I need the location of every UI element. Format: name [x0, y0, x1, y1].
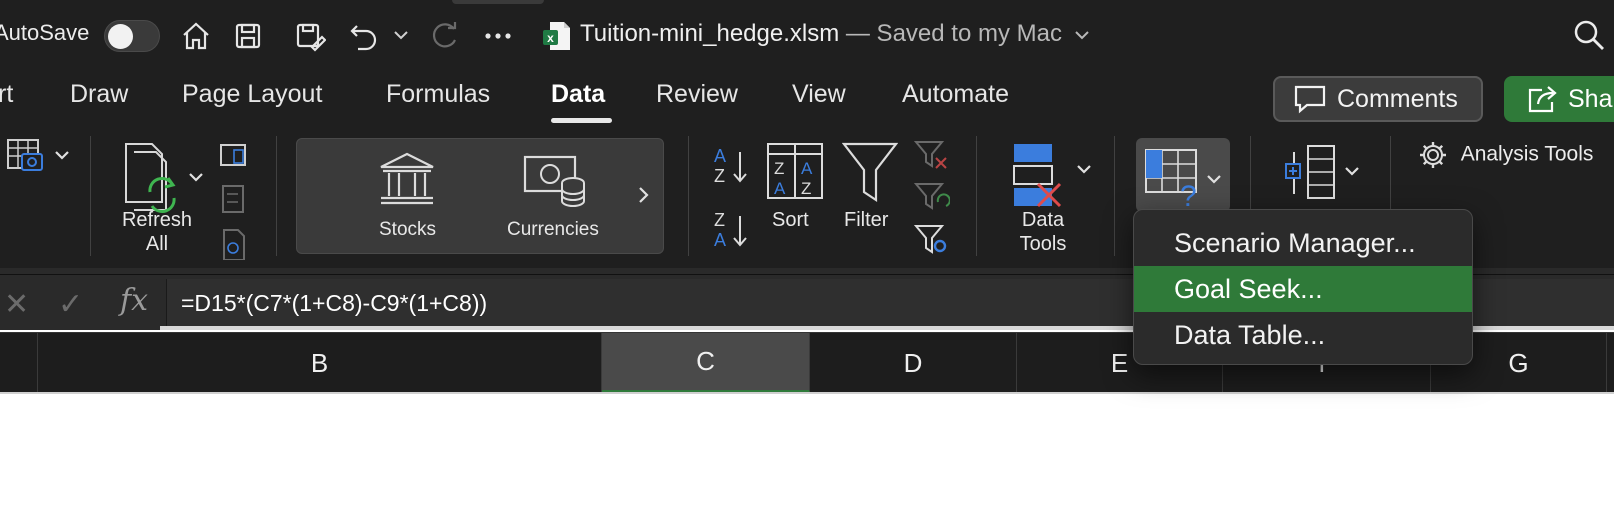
- ribbon-tabs: rt Draw Page Layout Formulas Data Review…: [0, 72, 1614, 130]
- column-header-c[interactable]: C: [602, 333, 810, 393]
- tab-draw[interactable]: Draw: [70, 80, 128, 109]
- cancel-icon[interactable]: ✕: [4, 287, 29, 322]
- ribbon-separator: [276, 136, 277, 256]
- what-if-analysis-icon: ?: [1145, 149, 1221, 208]
- comments-label: Comments: [1337, 84, 1458, 113]
- refresh-all-line2: All: [145, 233, 169, 255]
- gear-icon: [1420, 142, 1446, 168]
- tab-view[interactable]: View: [792, 80, 846, 109]
- formula-buttons: ✕ ✓ fx: [0, 275, 166, 331]
- ribbon-separator: [90, 136, 91, 256]
- undo-chevron-icon[interactable]: [392, 26, 410, 44]
- excel-window: AutoSave x Tuition-mini_hedge.xlsm — Sav…: [0, 0, 1614, 516]
- comments-button[interactable]: Comments: [1273, 76, 1483, 122]
- what-if-analysis-button[interactable]: ?: [1136, 138, 1230, 212]
- ribbon-separator: [1114, 136, 1115, 256]
- tab-formulas[interactable]: Formulas: [386, 80, 490, 109]
- camera-notch: [452, 0, 544, 4]
- autosave-toggle[interactable]: [104, 20, 160, 52]
- data-tools-line1: Data: [1021, 209, 1065, 231]
- currencies-label[interactable]: Currencies: [507, 219, 599, 241]
- stocks-icon[interactable]: [377, 151, 437, 207]
- search-icon[interactable]: [1572, 18, 1606, 52]
- data-types-gallery: Stocks Currencies: [296, 138, 664, 254]
- refresh-all-label[interactable]: Refresh All: [112, 208, 202, 256]
- share-icon: [1528, 86, 1557, 113]
- column-header-b[interactable]: B: [38, 333, 602, 393]
- sort-az-bottom-letter: Z: [714, 166, 725, 186]
- insert-function-icon[interactable]: fx: [120, 283, 148, 318]
- svg-text:A: A: [801, 159, 813, 178]
- data-tools-icon[interactable]: [1012, 142, 1102, 210]
- gallery-next-icon[interactable]: [637, 185, 651, 205]
- sort-az-za-icons[interactable]: A Z Z A: [712, 144, 752, 254]
- currencies-icon[interactable]: [523, 153, 587, 209]
- share-label: Shar: [1568, 84, 1614, 113]
- tab-automate[interactable]: Automate: [902, 80, 1009, 109]
- undo-icon[interactable]: [344, 16, 384, 56]
- filter-options-icons[interactable]: [914, 140, 950, 258]
- tab-insert[interactable]: rt: [0, 80, 13, 109]
- sort-label[interactable]: Sort: [772, 208, 809, 232]
- queries-connections-icons[interactable]: [218, 142, 248, 260]
- menu-item-scenario-manager[interactable]: Scenario Manager...: [1134, 220, 1472, 266]
- column-header-d[interactable]: D: [810, 333, 1017, 393]
- what-if-menu: Scenario Manager... Goal Seek... Data Ta…: [1133, 209, 1473, 365]
- tab-page-layout[interactable]: Page Layout: [182, 80, 322, 109]
- svg-text:Z: Z: [801, 179, 811, 198]
- save-as-icon[interactable]: [290, 16, 330, 56]
- enter-icon[interactable]: ✓: [58, 287, 83, 322]
- more-icon[interactable]: [478, 16, 518, 56]
- menu-item-goal-seek[interactable]: Goal Seek...: [1134, 266, 1472, 312]
- active-tab-indicator: [551, 118, 612, 123]
- sort-az-top-letter: A: [714, 146, 726, 166]
- filter-icon[interactable]: [842, 142, 898, 204]
- stocks-label[interactable]: Stocks: [379, 219, 436, 241]
- svg-text:x: x: [547, 31, 554, 45]
- ribbon-separator: [688, 136, 689, 256]
- comment-icon: [1294, 85, 1326, 114]
- analysis-tools-label: Analysis Tools: [1460, 142, 1594, 166]
- worksheet-grid[interactable]: [0, 392, 1614, 516]
- home-icon[interactable]: [176, 16, 216, 56]
- tab-review[interactable]: Review: [656, 80, 738, 109]
- svg-text:A: A: [774, 179, 786, 198]
- menu-item-data-table[interactable]: Data Table...: [1134, 312, 1472, 358]
- title-chevron-icon: [1074, 31, 1089, 40]
- sort-za-bottom-letter: A: [714, 230, 726, 250]
- data-tools-label[interactable]: Data Tools: [1000, 208, 1086, 256]
- svg-text:?: ?: [1180, 180, 1197, 208]
- sort-icon[interactable]: ZA AZ: [766, 142, 824, 200]
- data-tools-line2: Tools: [1019, 233, 1067, 255]
- share-button[interactable]: Shar: [1504, 76, 1614, 122]
- refresh-all-line1: Refresh: [121, 209, 193, 231]
- outline-group-icon[interactable]: [1284, 142, 1366, 206]
- document-status: — Saved to my Mac: [839, 20, 1062, 47]
- filter-label[interactable]: Filter: [844, 208, 888, 232]
- document-title[interactable]: Tuition-mini_hedge.xlsm — Saved to my Ma…: [580, 20, 1091, 48]
- toggle-knob: [108, 24, 133, 49]
- autosave-label: AutoSave: [0, 20, 90, 45]
- ribbon-separator: [976, 136, 977, 256]
- select-all-corner[interactable]: [0, 333, 38, 393]
- sort-za-top-letter: Z: [714, 210, 725, 230]
- document-name: Tuition-mini_hedge.xlsm: [580, 20, 840, 47]
- svg-text:Z: Z: [774, 159, 784, 178]
- title-bar: AutoSave x Tuition-mini_hedge.xlsm — Sav…: [0, 0, 1614, 72]
- analysis-tools-button[interactable]: Analysis Tools: [1418, 140, 1593, 170]
- excel-file-icon: x: [543, 22, 570, 50]
- redo-icon[interactable]: [424, 16, 464, 56]
- save-icon[interactable]: [228, 16, 268, 56]
- tab-data[interactable]: Data: [551, 80, 605, 109]
- data-from-picture-icon[interactable]: [6, 136, 74, 176]
